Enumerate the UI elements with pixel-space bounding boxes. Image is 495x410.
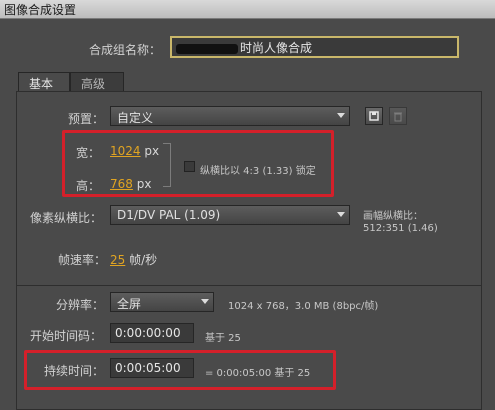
preset-value: 自定义 [117, 111, 154, 125]
frame-rate-unit: 帧/秒 [129, 253, 158, 267]
frame-aspect-value: 512:351 (1.46) [363, 223, 438, 234]
frame-rate-field[interactable]: 25 帧/秒 [110, 251, 157, 268]
highlight-box-duration [24, 350, 336, 390]
resolution-info: 1024 x 768，3.0 MB (8bpc/帧) [228, 301, 379, 312]
chevron-down-icon [201, 299, 209, 304]
redacted-text [176, 43, 238, 54]
preset-dropdown[interactable]: 自定义 [110, 106, 350, 126]
tab-basic[interactable]: 基本 [18, 72, 70, 92]
save-preset-button[interactable] [365, 107, 383, 125]
frame-rate-label: 帧速率： [58, 253, 107, 267]
chevron-down-icon [337, 113, 345, 118]
frame-aspect-label: 画幅纵横比： [363, 211, 423, 222]
save-icon [369, 111, 379, 121]
comp-name-value: 时尚人像合成 [240, 41, 313, 55]
highlight-box-size [62, 130, 334, 197]
delete-preset-button[interactable] [389, 107, 407, 125]
comp-name-input[interactable]: 时尚人像合成 [170, 36, 459, 58]
pixel-aspect-label: 像素纵横比： [30, 211, 103, 225]
comp-name-label: 合成组名称： [89, 43, 162, 57]
tab-advanced[interactable]: 高级 [70, 72, 124, 92]
title-bar: 图像合成设置 [0, 0, 495, 19]
trash-icon [394, 112, 402, 122]
resolution-label: 分辨率： [56, 298, 105, 312]
resolution-dropdown[interactable]: 全屏 [110, 292, 214, 312]
chevron-down-icon [337, 212, 345, 217]
preset-label: 预置： [68, 112, 105, 126]
start-timecode-input[interactable]: 0:00:00:00 [110, 323, 194, 343]
start-timecode-label: 开始时间码： [30, 329, 103, 343]
pixel-aspect-dropdown[interactable]: D1/DV PAL (1.09) [110, 205, 350, 225]
window-title: 图像合成设置 [4, 3, 77, 17]
resolution-value: 全屏 [117, 297, 142, 311]
frame-rate-value[interactable]: 25 [110, 253, 125, 267]
pixel-aspect-value: D1/DV PAL (1.09) [117, 208, 221, 222]
start-timecode-note: 基于 25 [205, 333, 241, 344]
